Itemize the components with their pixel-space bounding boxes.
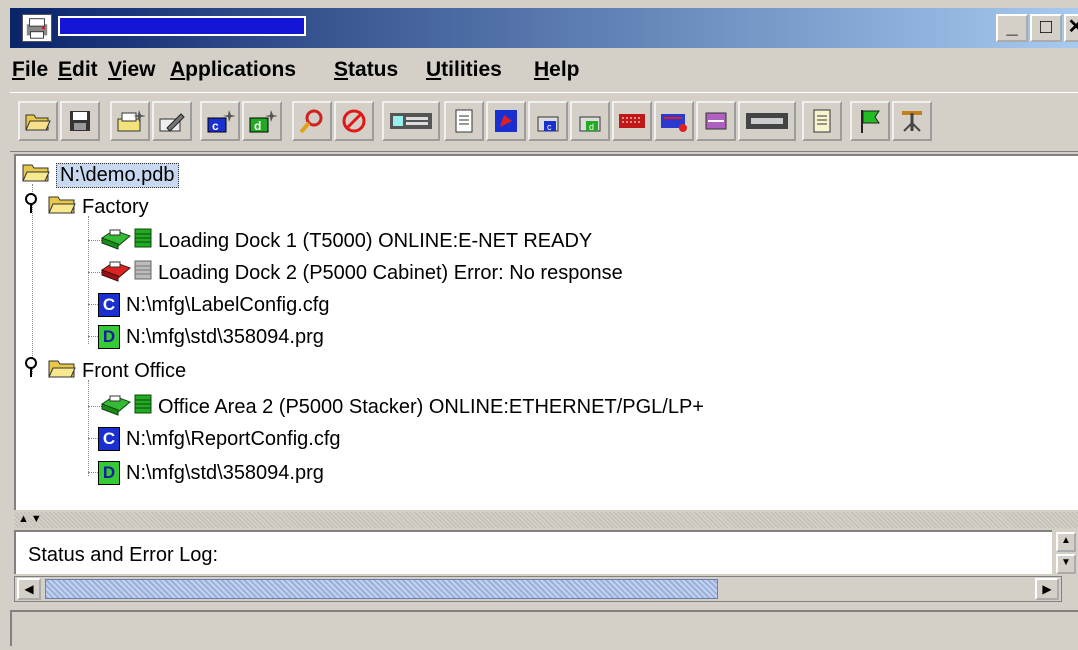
- printer-panel-2-icon[interactable]: [738, 101, 796, 141]
- menu-file[interactable]: File: [12, 58, 48, 82]
- open-folder-icon: [48, 193, 76, 221]
- split-up-arrow-icon[interactable]: ▲: [18, 513, 31, 525]
- printer-document-icon[interactable]: [444, 101, 484, 141]
- tree-item-printer[interactable]: Office Area 2 (P5000 Stacker) ONLINE:ETH…: [100, 392, 704, 422]
- menu-file-rest: ile: [24, 58, 49, 81]
- flag-icon[interactable]: [850, 101, 890, 141]
- save-icon[interactable]: [60, 101, 100, 141]
- config-file-icon: C: [98, 427, 120, 451]
- tree-item-data[interactable]: D N:\mfg\std\358094.prg: [98, 322, 324, 352]
- tree-group-front-office[interactable]: Front Office: [24, 356, 186, 386]
- svg-text:c: c: [212, 119, 219, 133]
- log-horizontal-scrollbar[interactable]: ◀ ▶: [14, 576, 1062, 602]
- status-log-pane[interactable]: Status and Error Log:: [14, 530, 1052, 574]
- scroll-left-button[interactable]: ◀: [17, 578, 41, 600]
- status-bar-green-icon: [134, 228, 152, 254]
- new-printer-icon[interactable]: [110, 101, 150, 141]
- data-printer-icon[interactable]: d: [570, 101, 610, 141]
- log-vertical-scrollbar[interactable]: ▲ ▼: [1054, 530, 1078, 576]
- properties-icon[interactable]: [802, 101, 842, 141]
- svg-text:c: c: [547, 122, 552, 132]
- status-blue-icon[interactable]: [654, 101, 694, 141]
- tree-group-label: Factory: [82, 195, 149, 218]
- diagnostics-icon[interactable]: [696, 101, 736, 141]
- expand-knob-icon[interactable]: [24, 357, 38, 385]
- edit-printer-icon[interactable]: [152, 101, 192, 141]
- tree-item-printer[interactable]: Loading Dock 2 (P5000 Cabinet) Error: No…: [100, 258, 623, 288]
- menu-utilities[interactable]: Utilities: [426, 58, 502, 82]
- tree-group-factory[interactable]: Factory: [24, 192, 149, 222]
- config-file-label: N:\mfg\ReportConfig.cfg: [126, 427, 341, 450]
- open-folder-icon: [22, 161, 50, 189]
- scroll-thumb[interactable]: [45, 579, 718, 599]
- config-file-label: N:\mfg\LabelConfig.cfg: [126, 293, 330, 316]
- printer-panel-icon[interactable]: [382, 101, 440, 141]
- tree-item-config[interactable]: C N:\mfg\ReportConfig.cfg: [98, 424, 341, 454]
- window-title: [58, 16, 306, 36]
- printer-error-icon: [100, 258, 132, 288]
- split-pane-divider[interactable]: [14, 512, 1078, 528]
- tree-view[interactable]: N:\demo.pdb Factory Loading Dock 1 (T500…: [14, 154, 1078, 510]
- scroll-right-button[interactable]: ▶: [1035, 578, 1059, 600]
- status-red-icon[interactable]: [612, 101, 652, 141]
- tree-item-data[interactable]: D N:\mfg\std\358094.prg: [98, 458, 324, 488]
- new-data-icon[interactable]: d: [242, 101, 282, 141]
- stop-icon[interactable]: [334, 101, 374, 141]
- scroll-up-button[interactable]: ▲: [1056, 532, 1076, 552]
- printer-online-icon: [100, 226, 132, 256]
- tools-icon[interactable]: [892, 101, 932, 141]
- split-arrows-icon[interactable]: ▲▼: [18, 513, 44, 525]
- close-button[interactable]: ✕: [1064, 14, 1078, 42]
- tree-item-printer[interactable]: Loading Dock 1 (T5000) ONLINE:E-NET READ…: [100, 226, 592, 256]
- new-config-icon[interactable]: c: [200, 101, 240, 141]
- menu-bar: File Edit View Applications Status Utili…: [10, 52, 1078, 88]
- menu-applications[interactable]: Applications: [170, 58, 296, 82]
- open-folder-icon[interactable]: [18, 101, 58, 141]
- open-folder-icon: [48, 357, 76, 385]
- maximize-button[interactable]: □: [1030, 14, 1062, 42]
- title-bar[interactable]: _ □ ✕: [10, 8, 1078, 48]
- menu-edit[interactable]: Edit: [58, 58, 98, 82]
- svg-text:d: d: [254, 119, 261, 133]
- svg-text:d: d: [589, 122, 594, 132]
- tree-group-label: Front Office: [82, 359, 187, 382]
- data-file-icon: D: [98, 461, 120, 485]
- tree-root[interactable]: N:\demo.pdb: [22, 160, 179, 190]
- status-bar-gray-icon: [134, 260, 152, 286]
- expand-knob-icon[interactable]: [24, 193, 38, 221]
- menu-status[interactable]: Status: [334, 58, 398, 82]
- scroll-down-button[interactable]: ▼: [1056, 554, 1076, 574]
- data-file-label: N:\mfg\std\358094.prg: [126, 461, 324, 484]
- status-bar-green-icon: [134, 394, 152, 420]
- printer-label: Office Area 2 (P5000 Stacker) ONLINE:ETH…: [158, 395, 704, 418]
- printer-online-icon: [100, 392, 132, 422]
- application-window: _ □ ✕ File Edit View Applications Status…: [0, 0, 1078, 650]
- find-icon[interactable]: [292, 101, 332, 141]
- tree-root-label: N:\demo.pdb: [56, 162, 179, 188]
- printer-label: Loading Dock 1 (T5000) ONLINE:E-NET READ…: [158, 229, 593, 252]
- print-icon[interactable]: [486, 101, 526, 141]
- minimize-button[interactable]: _: [996, 14, 1028, 42]
- data-file-icon: D: [98, 325, 120, 349]
- config-printer-icon[interactable]: c: [528, 101, 568, 141]
- data-file-label: N:\mfg\std\358094.prg: [126, 325, 324, 348]
- split-down-arrow-icon[interactable]: ▼: [31, 513, 44, 525]
- status-bar: [10, 610, 1078, 646]
- menu-help[interactable]: Help: [534, 58, 580, 82]
- menu-view[interactable]: View: [108, 58, 156, 82]
- app-icon[interactable]: [22, 14, 52, 42]
- printer-label: Loading Dock 2 (P5000 Cabinet) Error: No…: [158, 261, 623, 284]
- toolbar: c d c d: [10, 92, 1078, 152]
- config-file-icon: C: [98, 293, 120, 317]
- tree-item-config[interactable]: C N:\mfg\LabelConfig.cfg: [98, 290, 329, 320]
- status-log-label: Status and Error Log:: [28, 544, 219, 566]
